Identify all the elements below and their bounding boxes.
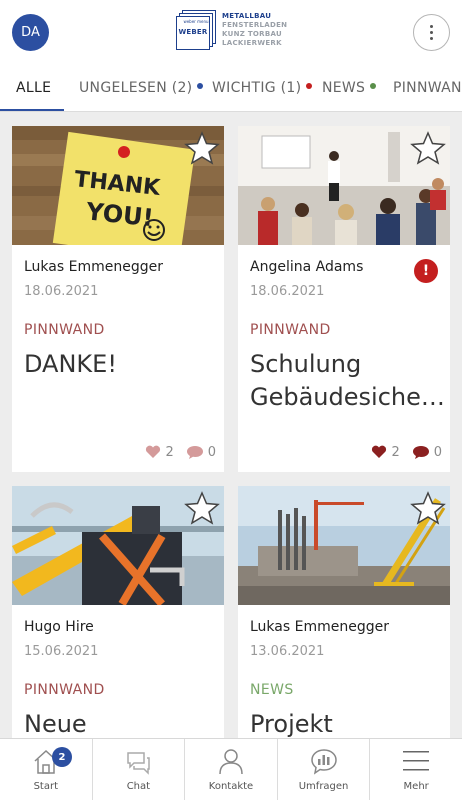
person-icon xyxy=(219,749,243,775)
nav-label: Chat xyxy=(126,781,151,792)
logo-mark: weber menu WEBER xyxy=(176,10,218,50)
favorite-star-icon[interactable] xyxy=(184,490,220,526)
post-image-training xyxy=(238,126,450,245)
favorite-star-icon[interactable] xyxy=(410,130,446,166)
post-title: DANKE! xyxy=(24,350,117,378)
nav-kontakte[interactable]: Kontakte xyxy=(185,739,278,800)
nav-label: Start xyxy=(33,781,59,792)
tab-label: UNGELESEN (2) xyxy=(79,80,193,96)
tab-wichtig[interactable]: WICHTIG (1) xyxy=(212,80,313,96)
tab-ungelesen[interactable]: UNGELESEN (2) xyxy=(79,80,204,96)
logo-line: KUNZ TORBAU xyxy=(222,30,282,38)
news-dot-icon xyxy=(370,83,377,89)
menu-icon xyxy=(403,751,430,771)
post-card[interactable]: Hugo Hire 15.06.2021 PINNWAND Neue xyxy=(12,486,224,738)
post-date: 15.06.2021 xyxy=(24,644,99,659)
comment-count: 0 xyxy=(433,444,442,460)
logo-lines: METALLBAU FENSTERLADEN KUNZ TORBAU LACKI… xyxy=(222,12,287,48)
nav-mehr[interactable]: Mehr xyxy=(370,739,462,800)
post-category: PINNWAND xyxy=(24,322,105,338)
heart-filled-icon[interactable] xyxy=(371,445,387,459)
comment-icon[interactable] xyxy=(186,444,204,460)
tab-news[interactable]: NEWS xyxy=(322,80,377,96)
user-avatar[interactable]: DA xyxy=(12,14,49,51)
post-stats: 2 0 xyxy=(145,444,216,460)
post-author: Lukas Emmenegger xyxy=(250,619,389,635)
chat-icon xyxy=(127,752,151,775)
post-title: Neue xyxy=(24,710,87,738)
bottom-navigation: 2 Start Chat Kontakte Umfragen Mehr xyxy=(0,738,462,800)
post-image-harness xyxy=(12,486,224,605)
logo-line: LACKIERWERK xyxy=(222,39,282,47)
tab-label: ALLE xyxy=(16,80,52,96)
app-header: DA weber menu WEBER METALLBAU FENSTERLAD… xyxy=(0,0,462,66)
post-card[interactable]: Lukas Emmenegger 13.06.2021 NEWS Projekt xyxy=(238,486,450,738)
logo-line: FENSTERLADEN xyxy=(222,21,288,29)
post-author: Hugo Hire xyxy=(24,619,94,635)
nav-label: Kontakte xyxy=(208,781,254,792)
company-logo: weber menu WEBER METALLBAU FENSTERLADEN … xyxy=(176,8,288,52)
post-image-thank-you: THANK YOU! xyxy=(12,126,224,245)
heart-icon[interactable] xyxy=(145,445,161,459)
post-date: 18.06.2021 xyxy=(24,284,99,299)
tab-alle[interactable]: ALLE xyxy=(16,80,51,96)
logo-tagline: weber menu xyxy=(183,19,209,24)
post-title: Schulung Gebäudesiche… xyxy=(250,350,445,411)
post-author: Lukas Emmenegger xyxy=(24,259,163,275)
unread-dot-icon xyxy=(197,83,204,89)
nav-start[interactable]: 2 Start xyxy=(0,739,93,800)
poll-icon xyxy=(310,749,337,775)
like-count: 2 xyxy=(165,444,174,460)
post-card[interactable]: Angelina Adams ! 18.06.2021 PINNWAND Sch… xyxy=(238,126,450,472)
logo-line: METALLBAU xyxy=(222,12,272,20)
logo-brand: WEBER xyxy=(178,28,208,36)
nav-umfragen[interactable]: Umfragen xyxy=(278,739,371,800)
tab-label: PINNWAND xyxy=(393,80,462,96)
important-dot-icon xyxy=(306,83,313,89)
post-stats: 2 0 xyxy=(371,444,442,460)
post-image-construction xyxy=(238,486,450,605)
like-count: 2 xyxy=(391,444,400,460)
post-category: NEWS xyxy=(250,682,294,698)
tab-label: NEWS xyxy=(322,80,366,96)
favorite-star-icon[interactable] xyxy=(410,490,446,526)
post-card[interactable]: THANK YOU! Lukas Emmenegger 18.06.2021 P… xyxy=(12,126,224,472)
more-options-button[interactable] xyxy=(413,14,450,51)
active-tab-indicator xyxy=(0,109,64,111)
important-alert-icon: ! xyxy=(414,259,438,283)
tab-label: WICHTIG (1) xyxy=(212,80,302,96)
nav-label: Mehr xyxy=(403,781,429,792)
post-category: PINNWAND xyxy=(250,322,331,338)
nav-label: Umfragen xyxy=(298,781,349,792)
vertical-dots-icon xyxy=(430,25,433,28)
post-date: 13.06.2021 xyxy=(250,644,325,659)
nav-chat[interactable]: Chat xyxy=(93,739,186,800)
comment-icon[interactable] xyxy=(412,444,430,460)
filter-tabs: ALLE UNGELESEN (2) WICHTIG (1) NEWS PINN… xyxy=(0,66,462,112)
notification-badge: 2 xyxy=(52,747,72,767)
post-date: 18.06.2021 xyxy=(250,284,325,299)
post-category: PINNWAND xyxy=(24,682,105,698)
post-author: Angelina Adams xyxy=(250,259,364,275)
post-title: Projekt xyxy=(250,710,333,738)
comment-count: 0 xyxy=(207,444,216,460)
tab-pinnwand[interactable]: PINNWAND xyxy=(393,80,462,96)
favorite-star-icon[interactable] xyxy=(184,130,220,166)
